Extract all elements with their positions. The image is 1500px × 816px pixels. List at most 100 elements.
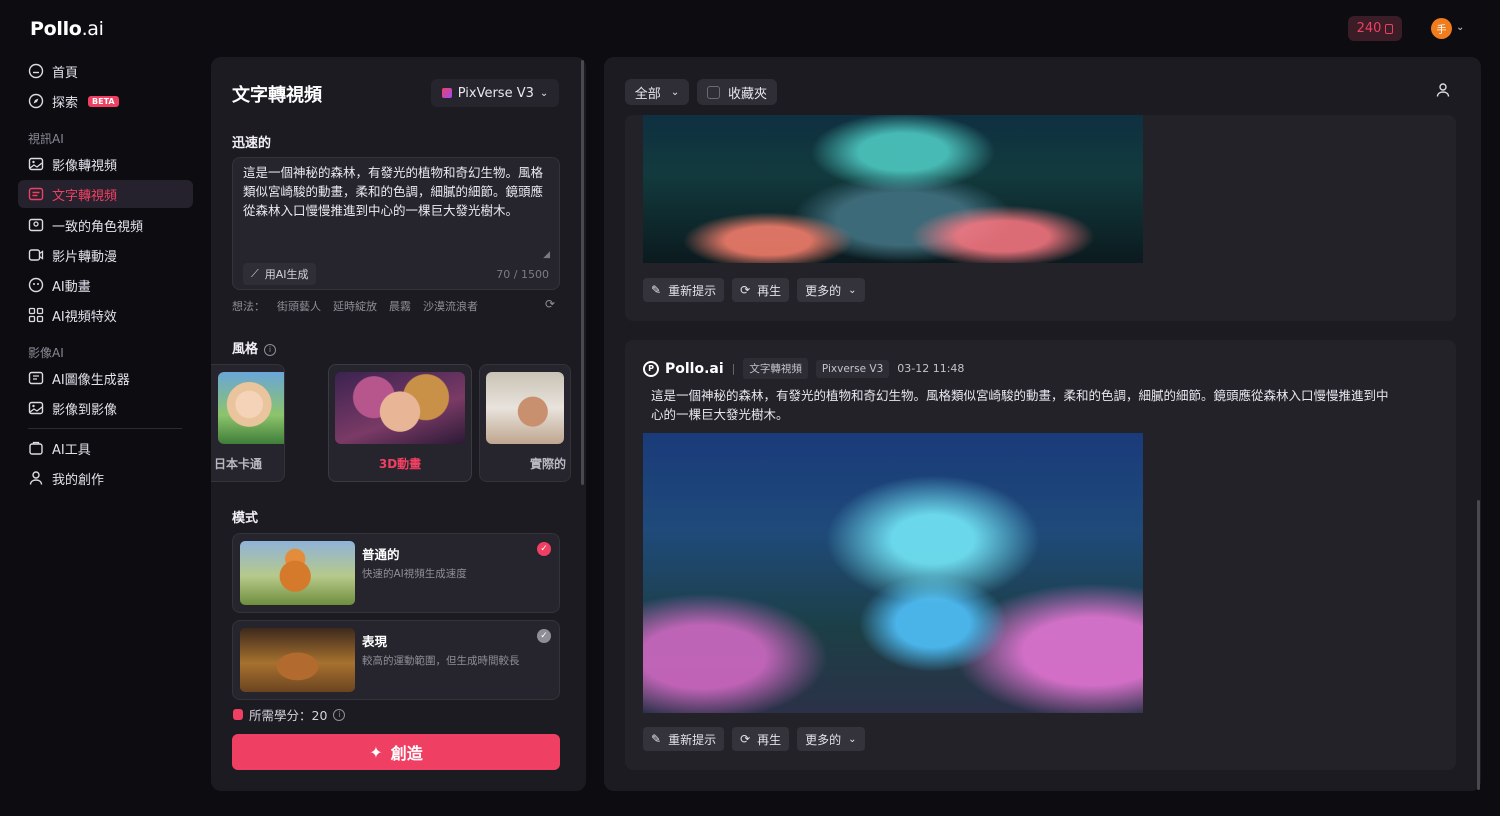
user-icon	[28, 470, 44, 486]
image-video-icon	[28, 156, 44, 172]
home-icon	[28, 63, 44, 79]
user-settings-icon[interactable]	[1435, 82, 1451, 102]
credits-badge[interactable]: 240	[1348, 16, 1402, 41]
timestamp: 03-12 11:48	[897, 362, 965, 375]
action-row: ✎ 重新提示 ⟳ 再生 更多的 ⌄	[643, 278, 865, 302]
sidebar-item-my-creations[interactable]: 我的創作	[18, 464, 193, 492]
sidebar-item-ai-video-effects[interactable]: AI視頻特效	[18, 301, 193, 329]
pollo-logo-icon: P	[643, 360, 659, 377]
character-video-icon	[28, 217, 44, 233]
prompt-label: 迅速的	[232, 136, 272, 151]
anime-thumbnail	[218, 372, 284, 444]
reprompt-button[interactable]: ✎ 重新提示	[643, 727, 725, 751]
result-video-thumbnail[interactable]	[643, 115, 1143, 263]
chevron-down-icon: ⌄	[848, 284, 857, 296]
mode-card-normal[interactable]: 普通的 快速的AI視頻生成速度 ✓	[232, 533, 560, 613]
beta-badge: BETA	[88, 95, 119, 107]
mode-card-performance[interactable]: 表現 較高的運動範圍，但生成時間較長 ✓	[232, 620, 560, 700]
section-image-ai: 影像AI	[28, 346, 64, 360]
style-card-3d[interactable]: 3D動畫	[328, 364, 472, 482]
chevron-down-icon: ⌄	[670, 86, 680, 98]
chevron-down-icon[interactable]: ⌄	[1456, 22, 1464, 33]
image-to-image-icon	[28, 400, 44, 416]
sidebar-item-ai-animation[interactable]: AI動畫	[18, 271, 193, 299]
info-icon[interactable]: i	[264, 343, 277, 356]
style-card-anime[interactable]: 日本卡通	[211, 364, 285, 482]
coin-icon	[1385, 23, 1394, 34]
tools-icon	[28, 440, 44, 456]
left-scrollbar[interactable]	[581, 60, 584, 485]
create-button[interactable]: ✦ 創造	[232, 734, 560, 770]
ideas-row: 想法： 街頭藝人 延時綻放 晨霧 沙漠流浪者	[232, 298, 478, 314]
logo[interactable]: Pollo.ai	[30, 18, 104, 40]
text-video-icon	[28, 186, 44, 202]
card-header: P Pollo.ai | 文字轉視頻 Pixverse V3 03-12 11:…	[643, 358, 964, 379]
sidebar-item-ai-image-generator[interactable]: AI圖像生成器	[18, 364, 193, 392]
animation-icon	[28, 277, 44, 293]
info-icon[interactable]: i	[333, 708, 346, 721]
sidebar-divider	[28, 428, 182, 429]
model-select[interactable]: PixVerse V3 ⌄	[431, 79, 559, 107]
result-card: ✎ 重新提示 ⟳ 再生 更多的 ⌄	[625, 115, 1456, 321]
favorites-filter[interactable]: 收藏夾	[697, 79, 777, 105]
mode-label: 模式	[232, 511, 259, 526]
sidebar-item-home[interactable]: 首頁	[18, 57, 193, 85]
3d-thumbnail	[335, 372, 465, 444]
normal-mode-thumbnail	[240, 541, 355, 605]
credits-required: 所需學分：20 i	[233, 705, 346, 724]
idea-chip[interactable]: 街頭藝人	[277, 298, 321, 314]
refresh-icon[interactable]: ⟳	[545, 297, 555, 311]
realistic-thumbnail	[486, 372, 564, 444]
sidebar-item-consistent-character[interactable]: 一致的角色視頻	[18, 211, 193, 239]
more-button[interactable]: 更多的 ⌄	[797, 727, 865, 751]
effects-icon	[28, 307, 44, 323]
performance-mode-thumbnail	[240, 628, 355, 692]
resize-handle-icon[interactable]: ◢	[543, 250, 550, 260]
sparkle-icon: ✦	[369, 742, 383, 762]
refresh-icon: ⟳	[740, 283, 751, 297]
sidebar-item-explore[interactable]: 探索 BETA	[18, 87, 193, 115]
refresh-icon: ⟳	[740, 732, 751, 746]
reprompt-button[interactable]: ✎ 重新提示	[643, 278, 725, 302]
type-tag: 文字轉視頻	[743, 358, 808, 379]
result-card: P Pollo.ai | 文字轉視頻 Pixverse V3 03-12 11:…	[625, 340, 1456, 770]
sidebar-item-video-to-anime[interactable]: 影片轉動漫	[18, 241, 193, 269]
edit-icon: ✎	[651, 283, 662, 297]
section-video-ai: 視訊AI	[28, 132, 64, 146]
check-icon: ✓	[537, 542, 551, 556]
style-card-realistic[interactable]: 實際的	[479, 364, 571, 482]
favorites-checkbox[interactable]	[706, 85, 720, 99]
regenerate-button[interactable]: ⟳ 再生	[732, 278, 790, 302]
more-button[interactable]: 更多的 ⌄	[797, 278, 865, 302]
avatar[interactable]: 手	[1431, 18, 1452, 39]
results-panel: 全部 ⌄ 收藏夾 ✎ 重新提示 ⟳ 再生 更多的 ⌄ P Pollo.ai | 文字轉…	[604, 57, 1481, 791]
result-video-thumbnail[interactable]	[643, 433, 1143, 713]
model-tag: Pixverse V3	[815, 359, 890, 378]
chevron-down-icon: ⌄	[848, 733, 857, 745]
action-row: ✎ 重新提示 ⟳ 再生 更多的 ⌄	[643, 727, 865, 751]
ai-generate-button[interactable]: ⟋ 用AI生成	[243, 263, 317, 285]
page-title: 文字轉視頻	[232, 85, 322, 106]
style-label: 風格 i	[232, 338, 277, 357]
chevron-down-icon: ⌄	[539, 87, 549, 99]
regenerate-button[interactable]: ⟳ 再生	[732, 727, 790, 751]
sidebar-item-text-to-video[interactable]: 文字轉視頻	[18, 180, 193, 208]
image-generator-icon	[28, 370, 44, 386]
brand: P Pollo.ai	[643, 360, 724, 377]
sidebar: Pollo.ai 首頁 探索 BETA 視訊AI 影像轉視頻 文字轉視頻 一致的…	[0, 0, 205, 816]
idea-chip[interactable]: 晨霧	[389, 298, 411, 314]
edit-icon: ✎	[651, 732, 662, 746]
idea-chip[interactable]: 延時綻放	[333, 298, 377, 314]
magic-wand-icon: ⟋	[251, 267, 259, 280]
pixverse-icon	[441, 88, 452, 98]
idea-chip[interactable]: 沙漠流浪者	[423, 298, 478, 314]
sidebar-item-ai-tools[interactable]: AI工具	[18, 434, 193, 462]
right-scrollbar[interactable]	[1477, 500, 1480, 790]
check-icon: ✓	[537, 629, 551, 643]
sidebar-item-image-to-image[interactable]: 影像到影像	[18, 394, 193, 422]
prompt-text[interactable]: 這是一個神秘的森林，有發光的植物和奇幻生物。風格類似宮崎駿的動畫，柔和的色調，細…	[243, 163, 543, 220]
video-anime-icon	[28, 247, 44, 263]
filter-all-dropdown[interactable]: 全部 ⌄	[625, 79, 689, 105]
prompt-input[interactable]: 這是一個神秘的森林，有發光的植物和奇幻生物。風格類似宮崎駿的動畫，柔和的色調，細…	[232, 157, 560, 290]
sidebar-item-image-to-video[interactable]: 影像轉視頻	[18, 150, 193, 178]
